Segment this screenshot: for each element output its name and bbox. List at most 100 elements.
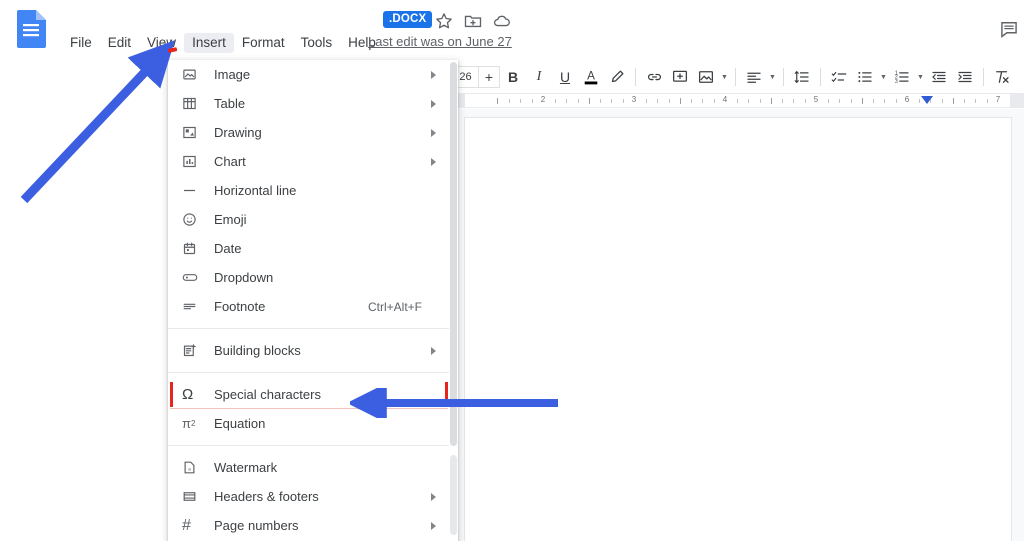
open-comment-history-icon[interactable] (999, 19, 1019, 39)
omega-icon: Ω (182, 386, 194, 403)
toolbar-divider (983, 68, 984, 86)
increase-indent-button[interactable] (952, 64, 978, 90)
insert-menu-image[interactable]: Image (168, 60, 458, 89)
insert-menu-popup: Image Table Drawing Chart Horizontal lin… (168, 60, 458, 541)
star-icon[interactable] (434, 11, 454, 31)
insert-menu-equation-label: Equation (214, 416, 266, 431)
horizontal-ruler[interactable]: 2 3 4 5 6 7 (452, 93, 1024, 108)
file-format-badge: .DOCX (383, 11, 433, 28)
insert-menu-footnote[interactable]: Footnote Ctrl+Alt+F (168, 292, 458, 321)
menu-format[interactable]: Format (234, 33, 293, 53)
insert-menu-page-numbers[interactable]: # Page numbers (168, 511, 458, 540)
font-size-increase-button[interactable]: + (478, 66, 500, 88)
image-icon (182, 66, 204, 84)
add-comment-button[interactable] (667, 64, 693, 90)
text-color-button[interactable]: A (578, 64, 604, 90)
horizontal-line-icon (182, 182, 204, 200)
submenu-arrow-icon (431, 492, 436, 501)
menu-file[interactable]: File (62, 33, 100, 53)
insert-menu-scrollbar-thumb-lower[interactable] (450, 455, 457, 535)
formatting-toolbar: 26 + B I U A ▼ ▼ ▼ 1 2 3 ▼ (452, 62, 1024, 92)
last-edit-link[interactable]: Last edit was on June 27 (368, 34, 512, 49)
bulleted-list-button[interactable] (852, 64, 878, 90)
line-spacing-button[interactable] (789, 64, 815, 90)
table-icon (182, 95, 204, 113)
insert-menu-building-blocks-label: Building blocks (214, 343, 301, 358)
italic-button[interactable]: I (526, 64, 552, 90)
insert-menu-table[interactable]: Table (168, 89, 458, 118)
insert-menu-page-numbers-label: Page numbers (214, 518, 299, 533)
submenu-arrow-icon (431, 99, 436, 108)
insert-menu-headers-footers-label: Headers & footers (214, 489, 319, 504)
insert-menu-chart[interactable]: Chart (168, 147, 458, 176)
highlight-marker-right (445, 382, 448, 407)
submenu-arrow-icon (431, 346, 436, 355)
toolbar-divider (820, 68, 821, 86)
svg-text:a: a (188, 466, 191, 471)
building-blocks-icon (182, 342, 204, 360)
move-to-folder-icon[interactable] (463, 11, 483, 31)
equation-icon: π2 (182, 416, 196, 431)
insert-menu-footnote-shortcut: Ctrl+Alt+F (367, 299, 422, 314)
image-options-chevron-down-icon[interactable]: ▼ (719, 64, 730, 90)
google-docs-logo-icon[interactable] (16, 10, 46, 48)
toolbar-divider (735, 68, 736, 86)
toolbar-divider (783, 68, 784, 86)
insert-menu-chart-label: Chart (214, 154, 246, 169)
insert-menu-horizontal-line[interactable]: Horizontal line (168, 176, 458, 205)
insert-menu-dropdown[interactable]: Dropdown (168, 263, 458, 292)
bold-button[interactable]: B (500, 64, 526, 90)
insert-menu-drawing-label: Drawing (214, 125, 262, 140)
menu-bar: File Edit View Insert Format Tools Help (62, 33, 384, 53)
clear-formatting-button[interactable] (989, 64, 1015, 90)
ruler-number-2: 2 (540, 95, 546, 104)
menu-separator (168, 445, 458, 446)
submenu-arrow-icon (431, 128, 436, 137)
underline-button[interactable]: U (552, 64, 578, 90)
highlight-marker-left (170, 382, 173, 407)
align-left-button[interactable] (741, 64, 767, 90)
checklist-button[interactable] (826, 64, 852, 90)
align-options-chevron-down-icon[interactable]: ▼ (767, 64, 778, 90)
insert-image-button[interactable] (693, 64, 719, 90)
insert-menu-headers-footers[interactable]: Headers & footers (168, 482, 458, 511)
insert-menu-emoji-label: Emoji (214, 212, 247, 227)
decrease-indent-button[interactable] (926, 64, 952, 90)
right-indent-marker[interactable] (921, 96, 933, 104)
ruler-number-3: 3 (631, 95, 637, 104)
chart-icon (182, 153, 204, 171)
insert-menu-footnote-label: Footnote (214, 299, 266, 314)
submenu-arrow-icon (431, 157, 436, 166)
menu-separator (168, 372, 458, 373)
insert-link-button[interactable] (641, 64, 667, 90)
cloud-saved-icon[interactable] (492, 11, 512, 31)
insert-menu-emoji[interactable]: Emoji (168, 205, 458, 234)
page-numbers-icon: # (182, 516, 191, 534)
date-icon (182, 240, 204, 258)
numbered-list-button[interactable]: 1 2 3 (889, 64, 915, 90)
insert-menu-watermark[interactable]: a Watermark (168, 453, 458, 482)
menu-edit[interactable]: Edit (100, 33, 139, 53)
menu-tools[interactable]: Tools (293, 33, 341, 53)
number-options-chevron-down-icon[interactable]: ▼ (915, 64, 926, 90)
insert-menu-special-characters[interactable]: Ω Special characters (168, 380, 458, 409)
insert-menu-scrollbar-thumb[interactable] (450, 62, 457, 446)
arrow-pointing-to-insert-menu (10, 38, 185, 213)
ruler-number-6: 6 (904, 95, 910, 104)
dropdown-icon (182, 269, 204, 287)
insert-menu-watermark-label: Watermark (214, 460, 278, 475)
document-page[interactable] (465, 118, 1011, 541)
insert-menu-building-blocks[interactable]: Building blocks (168, 336, 458, 365)
insert-menu-equation[interactable]: π2 Equation (168, 409, 458, 438)
insert-menu-date[interactable]: Date (168, 234, 458, 263)
svg-text:3: 3 (895, 79, 898, 85)
headers-footers-icon (182, 488, 204, 506)
insert-menu-drawing[interactable]: Drawing (168, 118, 458, 147)
bullet-options-chevron-down-icon[interactable]: ▼ (878, 64, 889, 90)
toolbar-divider (635, 68, 636, 86)
menu-insert[interactable]: Insert (184, 33, 234, 53)
emoji-icon (182, 211, 204, 229)
highlight-color-button[interactable] (604, 64, 630, 90)
google-docs-window: File Edit View Insert Format Tools Help … (0, 0, 1024, 541)
footnote-icon (182, 298, 204, 316)
